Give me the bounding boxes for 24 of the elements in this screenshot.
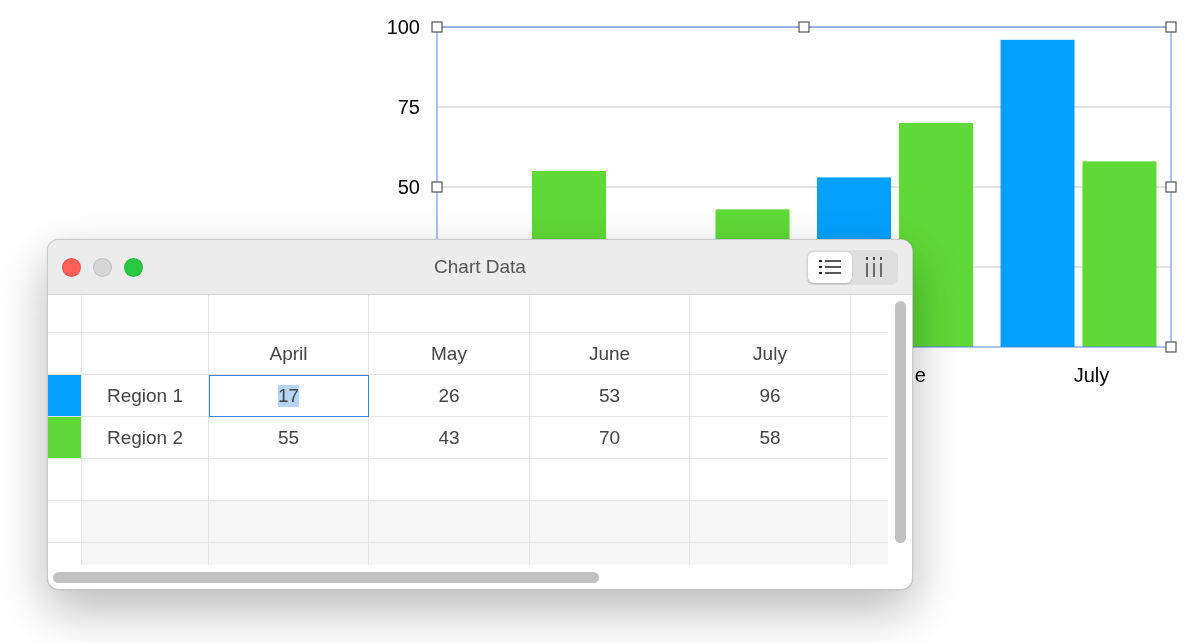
zoom-button[interactable] (124, 257, 143, 277)
column-header[interactable]: April (209, 333, 369, 375)
series-color-swatch[interactable] (48, 417, 82, 459)
rows-view-button[interactable] (808, 251, 852, 283)
close-button[interactable] (62, 257, 81, 277)
resize-handle[interactable] (431, 181, 443, 193)
vertical-scrollbar[interactable] (894, 301, 906, 543)
axis-label: e (914, 364, 926, 386)
axis-label: 50 (397, 176, 420, 198)
table-cell[interactable] (48, 501, 82, 543)
resize-handle[interactable] (431, 21, 443, 33)
columns-icon (865, 257, 883, 277)
series-color-swatch[interactable] (48, 375, 82, 417)
resize-handle[interactable] (1165, 181, 1177, 193)
minimize-button[interactable] (93, 257, 112, 277)
window-title: Chart Data (434, 256, 526, 278)
list-icon (819, 259, 841, 275)
axis-label: July (1073, 364, 1110, 386)
resize-handle[interactable] (1165, 341, 1177, 353)
axis-label: 100 (386, 16, 420, 38)
resize-handle[interactable] (1165, 21, 1177, 33)
horizontal-scrollbar[interactable] (53, 571, 599, 583)
resize-handle[interactable] (798, 21, 810, 33)
axis-label: 75 (397, 96, 420, 118)
